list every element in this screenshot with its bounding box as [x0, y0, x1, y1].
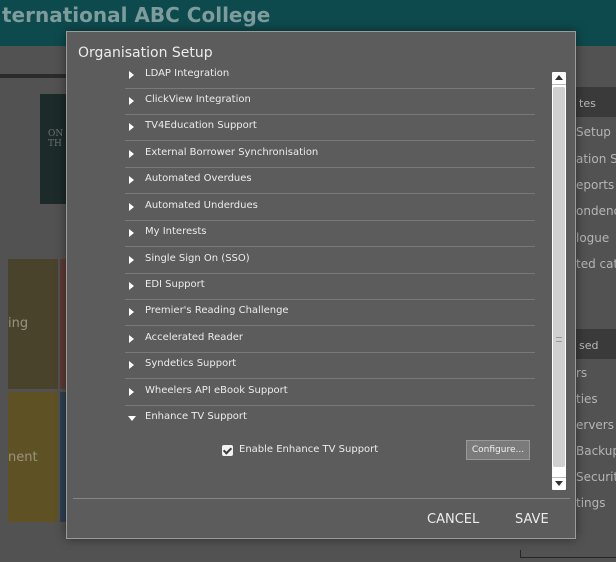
section-label: Syndetics Support	[145, 358, 237, 369]
section-label: Automated Overdues	[145, 173, 252, 184]
section-single-sign-on[interactable]: Single Sign On (SSO)	[125, 248, 535, 274]
section-automated-overdues[interactable]: Automated Overdues	[125, 168, 535, 194]
section-premiers-reading-challenge[interactable]: Premier's Reading Challenge	[125, 300, 535, 326]
configure-button[interactable]: Configure...	[466, 440, 530, 460]
section-label: Automated Underdues	[145, 200, 258, 211]
right-panel-frame	[520, 550, 616, 558]
background-tab-bar	[0, 74, 70, 78]
section-enhance-tv-support[interactable]: Enhance TV Support	[125, 406, 535, 432]
right-panel-item: tings	[576, 496, 606, 510]
section-label: EDI Support	[145, 279, 205, 290]
caret-right-icon	[129, 256, 134, 264]
scrollbar-thumb[interactable]	[553, 87, 565, 467]
right-panel-item: rs	[576, 366, 588, 380]
save-button[interactable]: SAVE	[515, 512, 549, 527]
organisation-setup-dialog: Organisation Setup LDAP Integration Clic…	[66, 31, 576, 539]
section-tv4education-support[interactable]: TV4Education Support	[125, 115, 535, 141]
section-label: Wheelers API eBook Support	[145, 385, 288, 396]
right-panel-header-1: tes	[575, 87, 616, 117]
section-label: External Borrower Synchronisation	[145, 147, 319, 158]
caret-right-icon	[129, 176, 134, 184]
cancel-button[interactable]: CANCEL	[427, 512, 479, 527]
scroll-up-icon[interactable]	[555, 75, 563, 80]
caret-right-icon	[129, 229, 134, 237]
caret-right-icon	[129, 361, 134, 369]
footer-divider	[73, 498, 570, 499]
section-wheelers-api-ebook[interactable]: Wheelers API eBook Support	[125, 380, 535, 406]
book-cover-text: ON TH	[48, 129, 64, 149]
enable-enhance-tv-checkbox[interactable]	[222, 445, 233, 456]
dialog-title: Organisation Setup	[78, 45, 213, 61]
grip-icon	[556, 337, 562, 342]
section-label: Premier's Reading Challenge	[145, 305, 289, 316]
enable-enhance-tv-label[interactable]: Enable Enhance TV Support	[239, 444, 378, 455]
section-accelerated-reader[interactable]: Accelerated Reader	[125, 327, 535, 353]
enhance-tv-panel: Enable Enhance TV Support Configure...	[125, 433, 535, 487]
section-label: My Interests	[145, 226, 207, 237]
caret-right-icon	[129, 335, 134, 343]
section-my-interests[interactable]: My Interests	[125, 221, 535, 247]
section-edi-support[interactable]: EDI Support	[125, 274, 535, 300]
section-label: LDAP Integration	[145, 68, 230, 79]
caret-right-icon	[129, 150, 134, 158]
caret-right-icon	[129, 282, 134, 290]
right-panel-item: eports	[576, 178, 615, 192]
section-syndetics-support[interactable]: Syndetics Support	[125, 353, 535, 379]
caret-right-icon	[129, 308, 134, 316]
caret-down-icon	[128, 416, 136, 421]
right-panel-item: ondenc	[576, 204, 616, 218]
section-label: Accelerated Reader	[145, 332, 243, 343]
right-panel-item: ervers	[576, 418, 614, 432]
section-external-borrower-sync[interactable]: External Borrower Synchronisation	[125, 142, 535, 168]
right-panel-item: ted cata	[576, 257, 616, 271]
section-label: ClickView Integration	[145, 94, 251, 105]
section-label: TV4Education Support	[145, 120, 257, 131]
section-label: Single Sign On (SSO)	[145, 253, 250, 264]
scroll-track-divider	[552, 84, 566, 85]
right-panel-item: Securit	[576, 470, 616, 484]
right-panel-item: ties	[576, 392, 598, 406]
college-title: ternational ABC College	[2, 3, 271, 27]
right-panel-item: ation S	[576, 152, 616, 166]
caret-right-icon	[129, 203, 134, 211]
right-panel-item: Setup	[576, 125, 611, 139]
scroll-down-icon[interactable]	[555, 481, 563, 486]
vertical-scrollbar[interactable]	[552, 72, 566, 490]
caret-right-icon	[129, 97, 134, 105]
section-ldap-integration[interactable]: LDAP Integration	[125, 63, 535, 89]
scroll-track-divider	[552, 477, 566, 478]
section-clickview-integration[interactable]: ClickView Integration	[125, 89, 535, 115]
caret-right-icon	[129, 123, 134, 131]
caret-right-icon	[129, 388, 134, 396]
right-panel-header-2: sed	[575, 329, 616, 359]
background-tile-label-1: ing	[8, 316, 29, 331]
settings-section-list: LDAP Integration ClickView Integration T…	[125, 63, 535, 493]
caret-right-icon	[129, 71, 134, 79]
right-panel-item: logue	[576, 231, 610, 245]
section-label: Enhance TV Support	[145, 411, 247, 422]
section-automated-underdues[interactable]: Automated Underdues	[125, 195, 535, 221]
background-tile-label-2: nent	[8, 450, 38, 465]
right-panel-item: Backup	[576, 444, 616, 458]
